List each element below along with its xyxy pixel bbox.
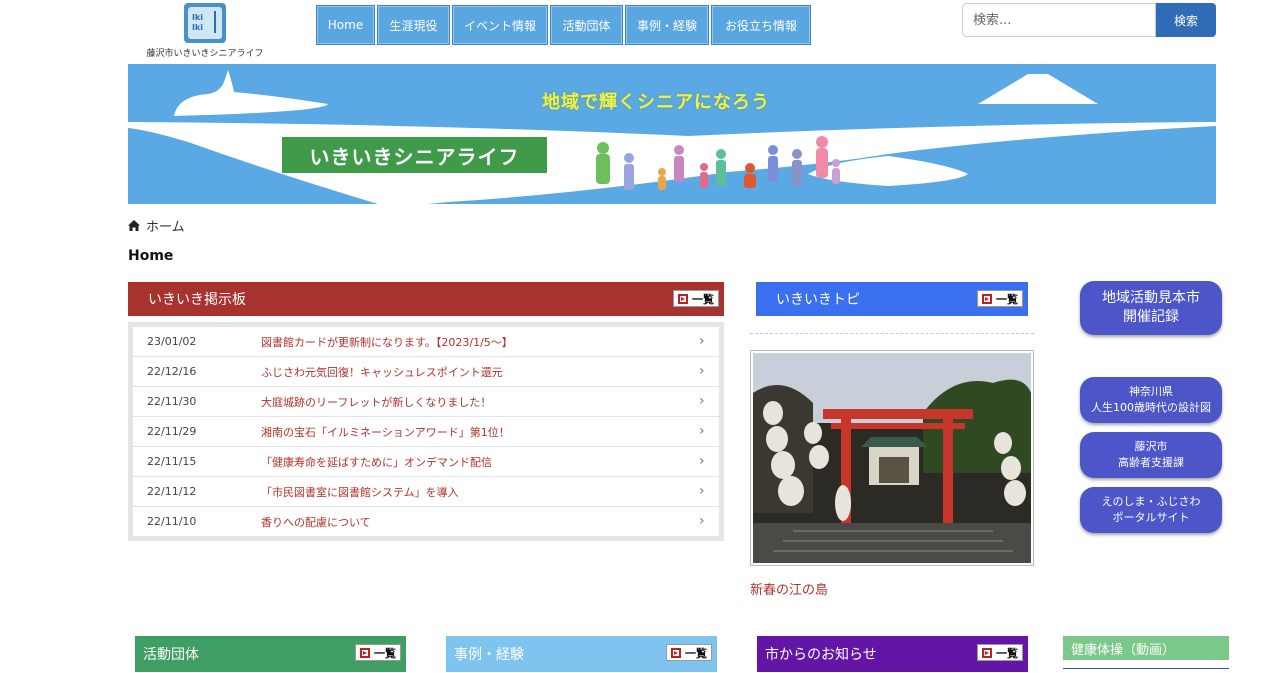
banner-title: いきいきシニアライフ (282, 137, 547, 173)
item-title[interactable]: ふじさわ元気回復！キャッシュレスポイント還元 (261, 364, 503, 380)
fujisawa-support-link-button[interactable]: 藤沢市 高齢者支援課 (1080, 432, 1222, 478)
side-link-line-1: 藤沢市 (1134, 440, 1168, 453)
side-link-line-2: ポータルサイト (1112, 511, 1190, 524)
board-list-label: 一覧 (692, 292, 714, 306)
play-icon (982, 647, 992, 658)
topics-header: いきいきトピ 一覧 (756, 282, 1028, 316)
groups-header: 活動団体 一覧 (135, 636, 406, 672)
list-item[interactable]: 22/11/15 「健康寿命を延ばすために」オンデマンド配信 › (133, 447, 719, 477)
groups-title: 活動団体 (143, 647, 199, 663)
portal-link-button[interactable]: えのしま・ふじさわ ポータルサイト (1080, 487, 1222, 533)
city-news-list-label: 一覧 (996, 646, 1018, 660)
list-item[interactable]: 22/11/12 「市民図書室に図書館システム」を導入 › (133, 477, 719, 507)
divider (1063, 668, 1229, 669)
chevron-right-icon: › (699, 393, 705, 409)
item-date: 23/01/02 (147, 335, 197, 348)
chevron-right-icon: › (699, 483, 705, 499)
exhibition-record-button[interactable]: 地域活動見本市 開催記録 (1080, 281, 1222, 335)
cases-title: 事例・経験 (454, 647, 524, 663)
nav-events[interactable]: イベント情報 (452, 5, 548, 45)
item-date: 22/11/29 (147, 425, 197, 438)
site-name: 藤沢市いきいきシニアライフ (146, 49, 264, 59)
item-date: 22/12/16 (147, 365, 197, 378)
city-news-list-button[interactable]: 一覧 (977, 644, 1023, 661)
item-title[interactable]: 「市民図書室に図書館システム」を導入 (261, 484, 459, 500)
chevron-right-icon: › (699, 453, 705, 469)
play-icon (982, 293, 992, 304)
list-item[interactable]: 22/11/29 湘南の宝石「イルミネーションアワード」第1位！ › (133, 417, 719, 447)
search-form: 検索 (962, 3, 1216, 37)
item-title[interactable]: 「健康寿命を延ばすために」オンデマンド配信 (261, 454, 492, 470)
side-big-line-1: 地域活動見本市 (1102, 290, 1200, 306)
side-link-line-2: 人生100歳時代の設計図 (1091, 401, 1211, 414)
health-exercise-header: 健康体操（動画） (1063, 636, 1229, 660)
side-link-line-1: 神奈川県 (1129, 385, 1173, 398)
chevron-right-icon: › (699, 423, 705, 439)
side-link-line-1: えのしま・ふじさわ (1101, 495, 1201, 508)
nav-home[interactable]: Home (316, 5, 375, 45)
list-item[interactable]: 22/11/30 大庭城跡のリーフレットが新しくなりました！ › (133, 387, 719, 417)
side-big-line-2: 開催記録 (1123, 309, 1179, 325)
banner-illustration (128, 70, 1216, 204)
item-title[interactable]: 香りへの配慮について (261, 514, 371, 530)
chevron-right-icon: › (699, 513, 705, 529)
cases-list-label: 一覧 (685, 646, 707, 660)
topics-list-button[interactable]: 一覧 (977, 290, 1023, 307)
nav-groups[interactable]: 活動団体 (550, 5, 623, 45)
play-icon (360, 647, 370, 658)
list-item[interactable]: 23/01/02 図書館カードが更新制になります。【2023/1/5〜】 › (133, 327, 719, 357)
nav-cases[interactable]: 事例・経験 (625, 5, 709, 45)
logo-mark: Iki Iki (184, 3, 226, 43)
item-date: 22/11/12 (147, 485, 197, 498)
topics-title: いきいきトピ (776, 292, 860, 308)
play-icon (678, 293, 688, 304)
groups-list-label: 一覧 (374, 646, 396, 660)
divider (750, 333, 1034, 334)
breadcrumb-home-link[interactable]: ホーム (146, 216, 185, 235)
chevron-right-icon: › (699, 333, 705, 349)
chevron-right-icon: › (699, 363, 705, 379)
city-news-title: 市からのお知らせ (765, 647, 877, 663)
banner-slogan: 地域で輝くシニアになろう (542, 92, 770, 113)
list-item[interactable]: 22/11/10 香りへの配慮について › (133, 507, 719, 537)
item-title[interactable]: 湘南の宝石「イルミネーションアワード」第1位！ (261, 424, 510, 440)
board-list: 23/01/02 図書館カードが更新制になります。【2023/1/5〜】 › 22/… (128, 322, 724, 541)
nav-lifelong-active[interactable]: 生涯現役 (377, 5, 450, 45)
site-logo[interactable]: Iki Iki 藤沢市いきいきシニアライフ (140, 3, 270, 59)
hero-banner: 地域で輝くシニアになろう いきいきシニアライフ (128, 64, 1216, 204)
home-icon (128, 220, 140, 231)
shrine-photo (753, 353, 1031, 563)
item-date: 22/11/30 (147, 395, 197, 408)
logo-mark-text-2: Iki (192, 23, 204, 32)
search-input[interactable] (962, 3, 1156, 37)
play-icon (671, 647, 681, 658)
board-header: いきいき掲示板 一覧 (128, 282, 724, 316)
breadcrumb: ホーム (128, 216, 185, 235)
list-item[interactable]: 22/12/16 ふじさわ元気回復！キャッシュレスポイント還元 › (133, 357, 719, 387)
groups-list-button[interactable]: 一覧 (355, 644, 401, 661)
board-title: いきいき掲示板 (148, 292, 246, 308)
side-link-line-2: 高齢者支援課 (1118, 456, 1184, 469)
item-title[interactable]: 大庭城跡のリーフレットが新しくなりました！ (261, 394, 491, 410)
nav-useful-info[interactable]: お役立ち情報 (711, 5, 811, 45)
topics-photo[interactable] (750, 350, 1034, 566)
topics-caption[interactable]: 新春の江の島 (750, 579, 828, 598)
item-date: 22/11/10 (147, 515, 197, 528)
cases-list-button[interactable]: 一覧 (666, 644, 712, 661)
logo-mark-text-1: Iki (192, 13, 204, 22)
item-title[interactable]: 図書館カードが更新制になります。【2023/1/5〜】 (261, 334, 513, 350)
board-list-button[interactable]: 一覧 (673, 290, 719, 307)
city-news-header: 市からのお知らせ 一覧 (757, 636, 1028, 672)
kanagawa-link-button[interactable]: 神奈川県 人生100歳時代の設計図 (1080, 377, 1222, 423)
item-date: 22/11/15 (147, 455, 197, 468)
page-title: Home (128, 248, 174, 264)
main-nav: Home 生涯現役 イベント情報 活動団体 事例・経験 お役立ち情報 (316, 5, 811, 45)
search-button[interactable]: 検索 (1156, 3, 1216, 37)
cases-header: 事例・経験 一覧 (446, 636, 717, 672)
topics-list-label: 一覧 (996, 292, 1018, 306)
health-exercise-title: 健康体操（動画） (1071, 642, 1176, 658)
